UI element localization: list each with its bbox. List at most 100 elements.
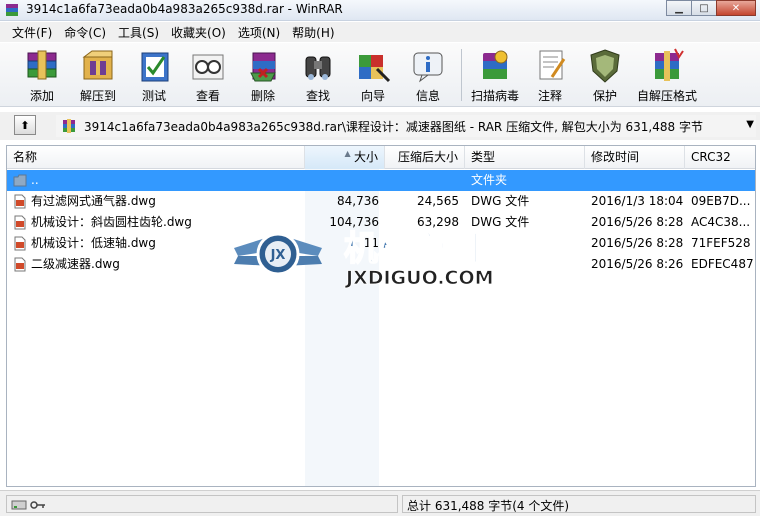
view-button[interactable]: 查看 — [180, 47, 236, 105]
sort-ascending-icon: ▲ — [344, 149, 351, 158]
test-label: 测试 — [141, 89, 166, 103]
table-row[interactable]: 有过滤网式通气器.dwg 84,736 24,565 DWG 文件 2016/1… — [7, 191, 755, 212]
maximize-button[interactable]: □ — [691, 0, 717, 16]
address-bar: ⬆ 3914c1a6fa73eada0b4a983a265c938d.rar\课… — [0, 112, 760, 140]
toolbar-separator — [461, 49, 462, 101]
find-icon — [305, 56, 331, 80]
status-total: 总计 631,488 字节(4 个文件) — [407, 499, 570, 513]
delete-icon — [250, 52, 276, 82]
menu-commands[interactable]: 命令(C) — [58, 24, 112, 41]
status-bar: 总计 631,488 字节(4 个文件) — [0, 490, 760, 516]
column-header-crc[interactable]: CRC32 — [685, 146, 755, 169]
virus-scan-label: 扫描病毒 — [470, 89, 519, 103]
row-crc: AC4C38... — [691, 215, 751, 229]
maximize-icon: □ — [699, 2, 709, 14]
menu-favorites[interactable]: 收藏夹(O) — [165, 24, 232, 41]
close-icon: ✕ — [731, 2, 741, 14]
up-arrow-icon: ⬆ — [20, 118, 30, 132]
title-bar: 3914c1a6fa73eada0b4a983a265c938d.rar - W… — [0, 0, 760, 21]
table-row-parent-folder[interactable]: .. 文件夹 — [7, 170, 755, 191]
close-button[interactable]: ✕ — [716, 0, 756, 16]
extract-to-button[interactable]: 解压到 — [70, 47, 126, 105]
chevron-down-icon[interactable]: ▼ — [746, 119, 754, 130]
comment-button[interactable]: 注释 — [522, 47, 578, 105]
row-size: 84,736 — [337, 194, 379, 208]
watermark-url: JXDIGUO.COM — [344, 267, 494, 289]
virus-scan-icon — [483, 50, 508, 79]
row-modified: 2016/5/26 8:26 — [591, 257, 684, 271]
protect-button[interactable]: 保护 — [577, 47, 633, 105]
address-field[interactable]: 3914c1a6fa73eada0b4a983a265c938d.rar\课程设… — [56, 115, 756, 137]
view-label: 查看 — [195, 89, 220, 103]
up-one-level-button[interactable]: ⬆ — [14, 115, 36, 135]
toolbar: 添加 解压到 测试 查看 删除 查找 向导 信息 扫描病毒 注释 保护 自解压格… — [0, 43, 760, 107]
find-label: 查找 — [305, 89, 330, 103]
dwg-file-icon — [14, 257, 26, 272]
watermark-badge: JX — [270, 248, 286, 263]
comment-label: 注释 — [537, 89, 562, 103]
row-name: 有过滤网式通气器.dwg — [31, 194, 156, 208]
file-list: 名称 ▲ 大小 压缩后大小 类型 修改时间 CRC32 .. 文件夹 有过滤网式… — [6, 145, 756, 487]
sfx-button[interactable]: 自解压格式 — [632, 47, 702, 105]
rar-archive-icon — [63, 119, 75, 133]
menu-bar: 文件(F) 命令(C) 工具(S) 收藏夹(O) 选项(N) 帮助(H) — [0, 22, 760, 42]
add-label: 添加 — [29, 89, 54, 103]
column-header-packed[interactable]: 压缩后大小 — [385, 146, 465, 169]
column-header-name[interactable]: 名称 — [7, 146, 305, 169]
info-icon — [413, 52, 443, 83]
row-packed: 24,565 — [417, 194, 459, 208]
row-modified: 2016/1/3 18:04 — [591, 194, 684, 208]
test-button[interactable]: 测试 — [126, 47, 182, 105]
protect-label: 保护 — [592, 89, 617, 103]
window-title: 3914c1a6fa73eada0b4a983a265c938d.rar - W… — [26, 2, 343, 16]
folder-icon — [13, 174, 27, 187]
delete-label: 删除 — [250, 89, 275, 103]
row-crc: 09EB7D... — [691, 194, 751, 208]
row-type: 文件夹 — [471, 173, 508, 187]
wizard-icon — [359, 55, 391, 83]
winrar-app-icon — [6, 4, 18, 16]
column-header-size[interactable]: ▲ 大小 — [305, 146, 385, 169]
view-icon — [192, 54, 224, 80]
test-icon — [141, 52, 169, 82]
menu-file[interactable]: 文件(F) — [6, 24, 58, 41]
column-header-size-label: 大小 — [353, 150, 378, 164]
list-header: 名称 ▲ 大小 压缩后大小 类型 修改时间 CRC32 — [7, 146, 755, 169]
row-modified: 2016/5/26 8:28 — [591, 236, 684, 250]
watermark-logo: JX 机械帝国 JXDIGUO.COM — [234, 228, 494, 289]
column-header-modified[interactable]: 修改时间 — [585, 146, 685, 169]
sfx-label: 自解压格式 — [636, 89, 697, 103]
row-modified: 2016/5/26 8:28 — [591, 215, 684, 229]
extract-to-icon — [82, 50, 113, 80]
status-left-pane — [6, 495, 398, 513]
status-right-pane: 总计 631,488 字节(4 个文件) — [402, 495, 756, 513]
protect-icon — [590, 49, 620, 83]
sfx-icon — [655, 48, 684, 81]
delete-button[interactable]: 删除 — [235, 47, 291, 105]
virus-scan-button[interactable]: 扫描病毒 — [465, 47, 525, 105]
find-button[interactable]: 查找 — [290, 47, 346, 105]
column-header-type[interactable]: 类型 — [465, 146, 585, 169]
dwg-file-icon — [14, 215, 26, 230]
comment-icon — [539, 50, 566, 80]
dwg-file-icon — [14, 194, 26, 209]
extract-to-label: 解压到 — [79, 89, 116, 103]
menu-options[interactable]: 选项(N) — [232, 24, 286, 41]
archive-path: 3914c1a6fa73eada0b4a983a265c938d.rar\课程设… — [84, 120, 703, 134]
drive-key-icon[interactable] — [11, 498, 47, 511]
row-type: DWG 文件 — [471, 194, 530, 208]
minimize-icon: ▁ — [675, 2, 683, 14]
menu-help[interactable]: 帮助(H) — [286, 24, 340, 41]
info-button[interactable]: 信息 — [400, 47, 456, 105]
row-crc: EDFEC487 — [691, 257, 754, 271]
wizard-label: 向导 — [360, 89, 385, 103]
row-crc: 71FEF528 — [691, 236, 751, 250]
wizard-button[interactable]: 向导 — [345, 47, 401, 105]
row-name: .. — [31, 173, 39, 187]
minimize-button[interactable]: ▁ — [666, 0, 692, 16]
add-archive-icon — [27, 50, 57, 80]
add-button[interactable]: 添加 — [14, 47, 70, 105]
menu-tools[interactable]: 工具(S) — [112, 24, 165, 41]
info-label: 信息 — [415, 89, 440, 103]
dwg-file-icon — [14, 236, 26, 251]
